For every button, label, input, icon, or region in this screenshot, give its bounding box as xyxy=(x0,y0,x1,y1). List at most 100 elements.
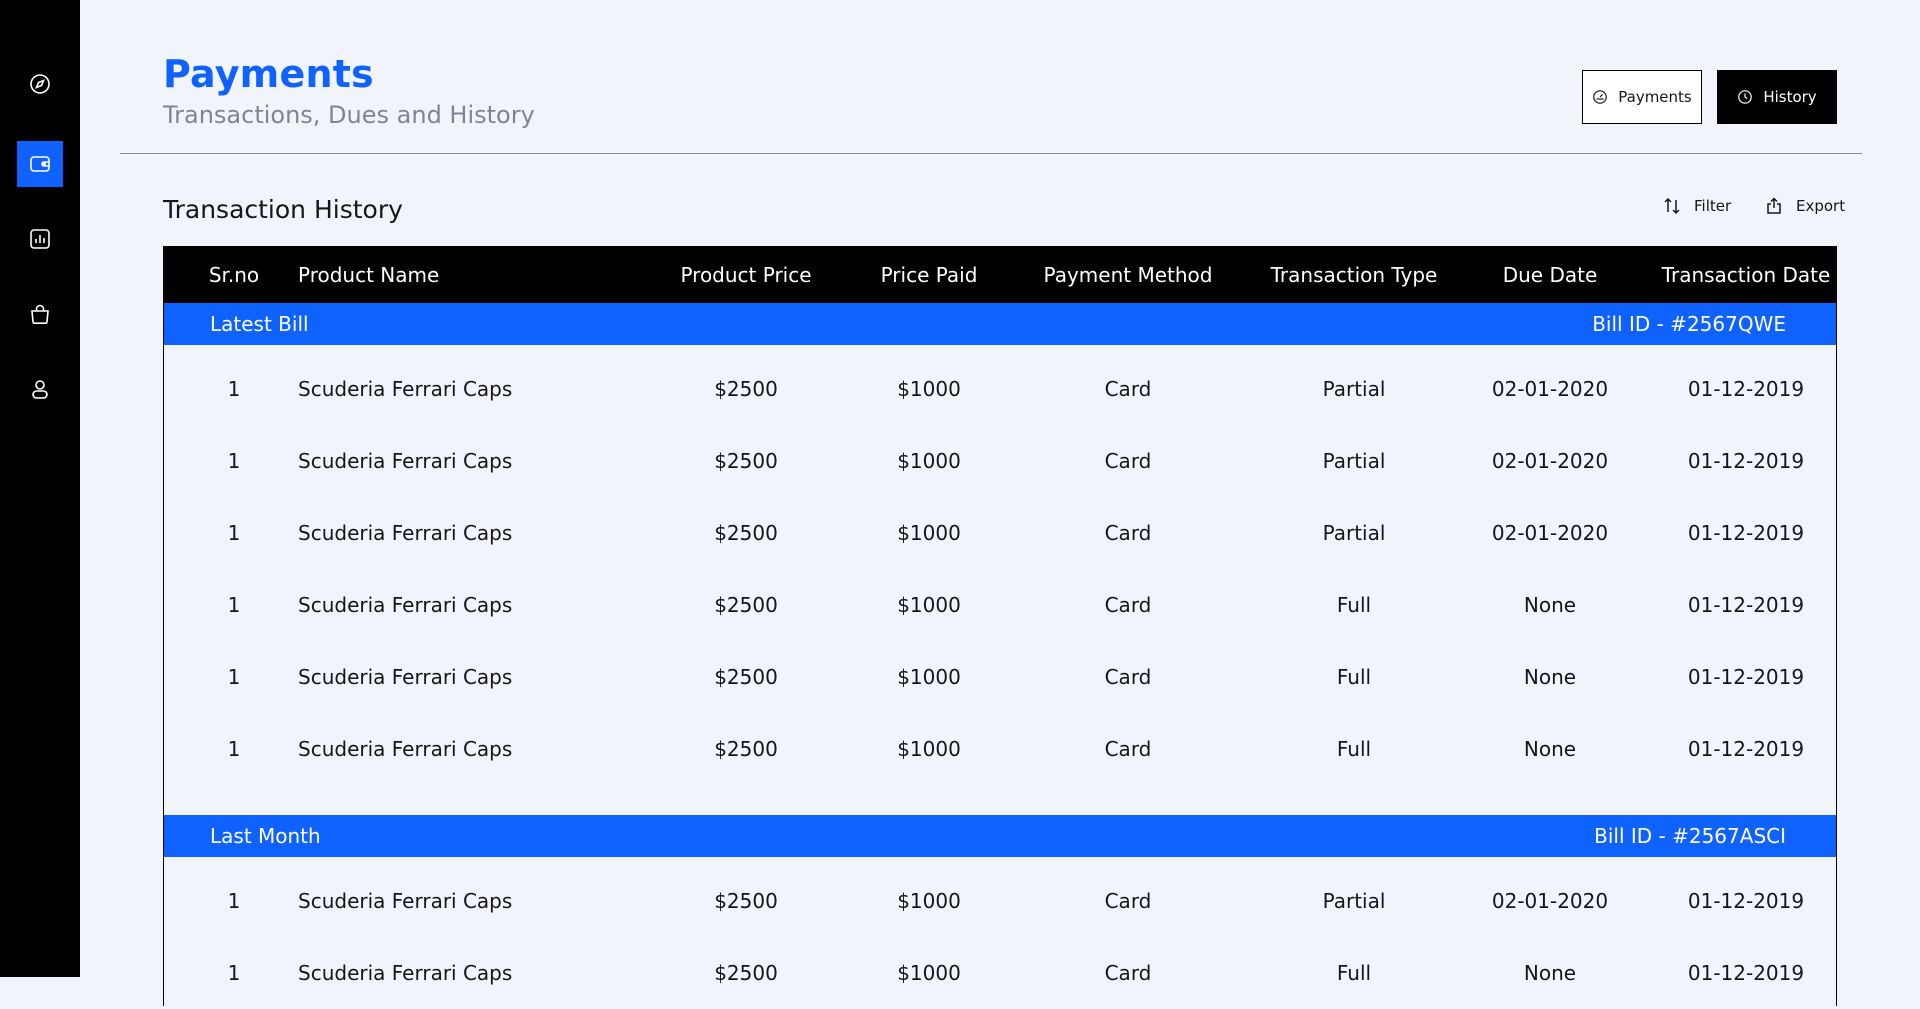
table-row[interactable]: 1 Scuderia Ferrari Caps $2500 $1000 Card… xyxy=(164,569,1836,641)
cell-transaction-type: Full xyxy=(1262,937,1446,1009)
main-content: Payments Transactions, Dues and History … xyxy=(80,0,1920,977)
cell-due-date: 02-01-2020 xyxy=(1446,353,1654,425)
history-button[interactable]: History xyxy=(1717,70,1837,124)
cell-transaction-type: Full xyxy=(1262,641,1446,713)
group-label: Last Month xyxy=(210,815,321,857)
cell-price-paid: $1000 xyxy=(864,497,994,569)
cell-price-paid: $1000 xyxy=(864,865,994,937)
cell-product-name: Scuderia Ferrari Caps xyxy=(298,865,628,937)
table-row[interactable]: 1 Scuderia Ferrari Caps $2500 $1000 Card… xyxy=(164,497,1836,569)
export-label: Export xyxy=(1796,197,1845,215)
cell-transaction-date: 01-12-2019 xyxy=(1654,569,1838,641)
export-button[interactable]: Export xyxy=(1764,195,1845,217)
cell-price-paid: $1000 xyxy=(864,641,994,713)
cell-product-price: $2500 xyxy=(628,569,864,641)
nav-item-analytics[interactable] xyxy=(17,216,63,262)
column-header-sr-no[interactable]: Sr.no xyxy=(164,246,304,303)
column-header-transaction-type[interactable]: Transaction Type xyxy=(1262,246,1446,303)
table-row[interactable]: 1 Scuderia Ferrari Caps $2500 $1000 Card… xyxy=(164,353,1836,425)
cell-transaction-date: 01-12-2019 xyxy=(1654,641,1838,713)
cell-product-price: $2500 xyxy=(628,641,864,713)
cell-price-paid: $1000 xyxy=(864,425,994,497)
cell-transaction-date: 01-12-2019 xyxy=(1654,713,1838,785)
cell-transaction-date: 01-12-2019 xyxy=(1654,865,1838,937)
cell-sr-no: 1 xyxy=(164,425,304,497)
cell-price-paid: $1000 xyxy=(864,937,994,1009)
cell-due-date: None xyxy=(1446,641,1654,713)
filter-label: Filter xyxy=(1694,197,1731,215)
cell-payment-method: Card xyxy=(994,865,1262,937)
cell-payment-method: Card xyxy=(994,425,1262,497)
cell-transaction-type: Full xyxy=(1262,713,1446,785)
column-header-product-price[interactable]: Product Price xyxy=(628,246,864,303)
group-header-last-month: Last Month Bill ID - #2567ASCI xyxy=(164,815,1836,857)
user-icon xyxy=(28,377,52,401)
table-row[interactable]: 1 Scuderia Ferrari Caps $2500 $1000 Card… xyxy=(164,641,1836,713)
bill-id: Bill ID - #2567QWE xyxy=(1592,303,1786,345)
cell-product-name: Scuderia Ferrari Caps xyxy=(298,425,628,497)
column-header-price-paid[interactable]: Price Paid xyxy=(864,246,994,303)
cell-product-price: $2500 xyxy=(628,865,864,937)
cell-sr-no: 1 xyxy=(164,865,304,937)
cell-payment-method: Card xyxy=(994,937,1262,1009)
clock-icon xyxy=(1737,89,1753,105)
nav-item-payments[interactable] xyxy=(17,141,63,187)
shopping-bag-icon xyxy=(28,302,52,326)
cell-payment-method: Card xyxy=(994,713,1262,785)
column-header-product-name[interactable]: Product Name xyxy=(298,246,628,303)
table-row[interactable]: 1 Scuderia Ferrari Caps $2500 $1000 Card… xyxy=(164,713,1836,785)
cell-transaction-date: 01-12-2019 xyxy=(1654,425,1838,497)
cell-product-name: Scuderia Ferrari Caps xyxy=(298,641,628,713)
filter-button[interactable]: Filter xyxy=(1662,195,1731,217)
cell-product-price: $2500 xyxy=(628,497,864,569)
sidebar xyxy=(0,0,80,977)
cell-payment-method: Card xyxy=(994,569,1262,641)
table-row[interactable]: 1 Scuderia Ferrari Caps $2500 $1000 Card… xyxy=(164,937,1836,1009)
page-subtitle: Transactions, Dues and History xyxy=(163,101,535,129)
cell-transaction-type: Partial xyxy=(1262,425,1446,497)
cell-product-name: Scuderia Ferrari Caps xyxy=(298,937,628,1009)
cell-sr-no: 1 xyxy=(164,569,304,641)
column-header-payment-method[interactable]: Payment Method xyxy=(994,246,1262,303)
cell-transaction-date: 01-12-2019 xyxy=(1654,937,1838,1009)
cell-product-price: $2500 xyxy=(628,425,864,497)
cell-sr-no: 1 xyxy=(164,937,304,1009)
column-header-transaction-date[interactable]: Transaction Date xyxy=(1654,246,1838,303)
cell-price-paid: $1000 xyxy=(864,569,994,641)
cell-product-name: Scuderia Ferrari Caps xyxy=(298,713,628,785)
sort-arrows-icon xyxy=(1662,196,1682,216)
bill-id: Bill ID - #2567ASCI xyxy=(1594,815,1786,857)
cell-transaction-type: Full xyxy=(1262,569,1446,641)
table-header: Sr.no Product Name Product Price Price P… xyxy=(164,246,1836,303)
cell-price-paid: $1000 xyxy=(864,353,994,425)
payments-button-label: Payments xyxy=(1618,88,1691,106)
cell-product-name: Scuderia Ferrari Caps xyxy=(298,353,628,425)
cell-payment-method: Card xyxy=(994,353,1262,425)
wallet-icon xyxy=(28,152,52,176)
cell-product-price: $2500 xyxy=(628,937,864,1009)
cell-transaction-date: 01-12-2019 xyxy=(1654,353,1838,425)
cell-product-price: $2500 xyxy=(628,713,864,785)
page-title: Payments xyxy=(163,52,374,96)
gauge-icon xyxy=(1592,89,1608,105)
history-button-label: History xyxy=(1763,88,1816,106)
nav-item-orders[interactable] xyxy=(17,291,63,337)
cell-due-date: None xyxy=(1446,937,1654,1009)
nav-item-explore[interactable] xyxy=(17,61,63,107)
group-header-latest-bill: Latest Bill Bill ID - #2567QWE xyxy=(164,303,1836,345)
share-icon xyxy=(1764,196,1784,216)
cell-payment-method: Card xyxy=(994,641,1262,713)
cell-due-date: None xyxy=(1446,713,1654,785)
cell-transaction-type: Partial xyxy=(1262,497,1446,569)
cell-transaction-type: Partial xyxy=(1262,353,1446,425)
table-row[interactable]: 1 Scuderia Ferrari Caps $2500 $1000 Card… xyxy=(164,865,1836,937)
compass-icon xyxy=(28,72,52,96)
cell-sr-no: 1 xyxy=(164,353,304,425)
cell-due-date: 02-01-2020 xyxy=(1446,425,1654,497)
cell-transaction-type: Partial xyxy=(1262,865,1446,937)
nav-item-profile[interactable] xyxy=(17,366,63,412)
payments-button[interactable]: Payments xyxy=(1582,70,1702,124)
column-header-due-date[interactable]: Due Date xyxy=(1446,246,1654,303)
table-row[interactable]: 1 Scuderia Ferrari Caps $2500 $1000 Card… xyxy=(164,425,1836,497)
cell-sr-no: 1 xyxy=(164,497,304,569)
